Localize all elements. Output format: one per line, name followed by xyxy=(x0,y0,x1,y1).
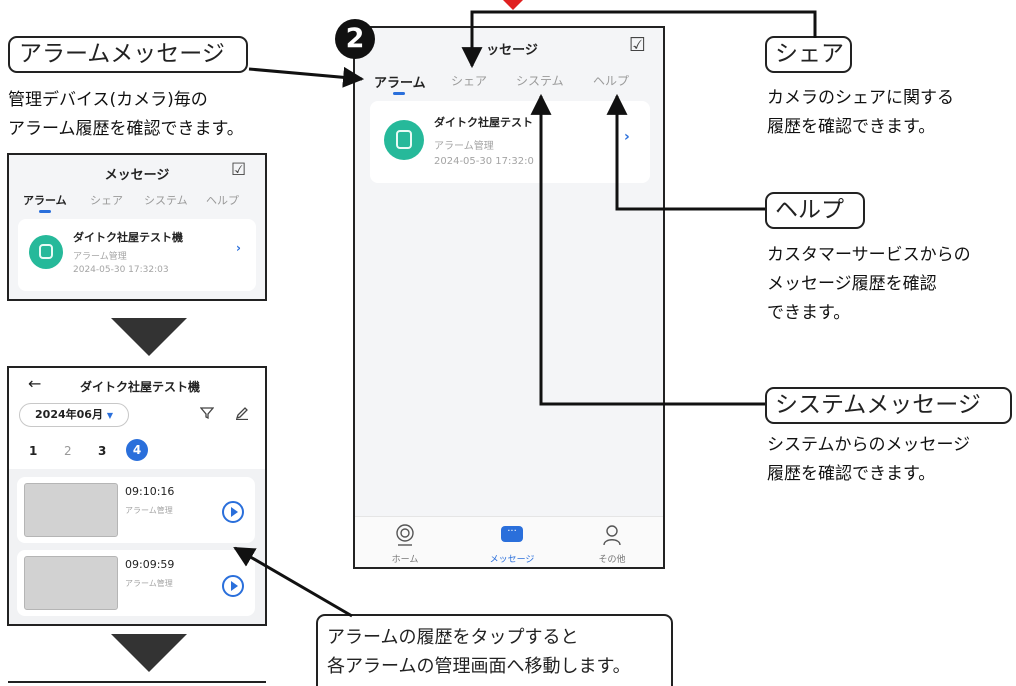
arrow-alarm xyxy=(248,66,365,88)
arrow-system xyxy=(530,93,765,406)
red-marker-icon xyxy=(503,0,523,10)
arrow-help xyxy=(606,93,765,211)
arrow-share xyxy=(461,10,817,69)
connector-arrows xyxy=(233,0,817,618)
arrow-tap xyxy=(233,546,353,618)
